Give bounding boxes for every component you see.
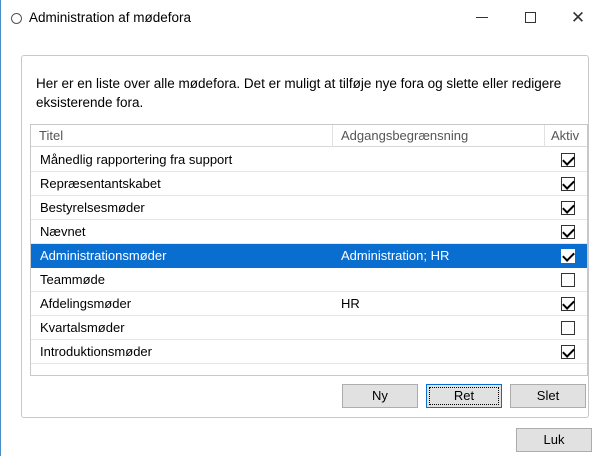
table-row[interactable]: Bestyrelsesmøder xyxy=(31,196,587,220)
cell-aktiv xyxy=(561,321,581,335)
close-button[interactable]: ✕ xyxy=(555,0,598,34)
checkbox-checked[interactable] xyxy=(561,201,575,215)
cell-adgangsbegraensning xyxy=(341,220,541,244)
intro-text: Her er en liste over alle mødefora. Det … xyxy=(36,76,562,110)
table-row[interactable]: Kvartalsmøder xyxy=(31,316,587,340)
cell-titel: Nævnet xyxy=(40,224,86,239)
cell-titel: Teammøde xyxy=(40,272,106,287)
title-bar[interactable]: Administration af mødefora ✕ xyxy=(1,0,598,40)
delete-button-label: Slet xyxy=(536,388,560,403)
focus-rectangle xyxy=(429,387,499,405)
edit-button[interactable]: Ret xyxy=(426,384,502,408)
cell-adgangsbegraensning: HR xyxy=(341,296,360,311)
checkbox-checked[interactable] xyxy=(561,177,575,191)
checkbox-checked[interactable] xyxy=(561,345,575,359)
forum-group-box: Her er en liste over alle mødefora. Det … xyxy=(21,55,589,418)
cell-aktiv xyxy=(561,273,581,287)
cell-aktiv xyxy=(561,345,581,359)
table-row[interactable]: Repræsentantskabet xyxy=(31,172,587,196)
checkbox-checked[interactable] xyxy=(561,297,575,311)
maximize-button[interactable] xyxy=(507,0,553,34)
new-button[interactable]: Ny xyxy=(342,384,418,408)
forum-table[interactable]: Titel Adgangsbegrænsning Aktiv Månedlig … xyxy=(30,124,588,376)
cell-aktiv xyxy=(561,177,581,191)
minimize-button[interactable] xyxy=(459,0,505,34)
delete-button[interactable]: Slet xyxy=(510,384,586,408)
column-header-titel[interactable]: Titel xyxy=(31,125,333,147)
cell-titel: Afdelingsmøder xyxy=(40,296,132,311)
cell-adgangsbegraensning xyxy=(341,148,541,172)
cell-aktiv xyxy=(561,201,581,215)
cell-aktiv xyxy=(561,225,581,239)
window-title: Administration af mødefora xyxy=(29,10,192,25)
table-row[interactable]: Nævnet xyxy=(31,220,587,244)
cell-titel: Kvartalsmøder xyxy=(40,320,125,335)
cell-titel: Introduktionsmøder xyxy=(40,344,152,359)
cell-titel: Repræsentantskabet xyxy=(40,176,161,191)
cell-adgangsbegraensning xyxy=(341,196,541,220)
dialog-window: Administration af mødefora ✕ Her er en l… xyxy=(0,0,598,456)
close-icon: ✕ xyxy=(570,7,586,27)
cell-titel: Bestyrelsesmøder xyxy=(40,200,145,215)
maximize-icon xyxy=(524,11,536,23)
cell-adgangsbegraensning xyxy=(341,172,541,196)
new-button-label: Ny xyxy=(372,388,388,403)
checkbox-unchecked[interactable] xyxy=(561,321,575,335)
app-icon xyxy=(11,13,22,24)
table-row[interactable]: Administrationsmøder Administration; HR xyxy=(31,244,587,268)
checkbox-checked[interactable] xyxy=(561,249,575,263)
column-header-adgangsbegraensning[interactable]: Adgangsbegrænsning xyxy=(333,125,545,147)
close-dialog-button-label: Luk xyxy=(543,432,565,447)
minimize-icon xyxy=(476,16,488,18)
table-row[interactable]: Teammøde xyxy=(31,268,587,292)
cell-adgangsbegraensning xyxy=(341,316,541,340)
cell-adgangsbegraensning: Administration; HR xyxy=(341,248,450,263)
cell-adgangsbegraensning xyxy=(341,340,541,364)
cell-aktiv xyxy=(561,297,581,311)
cell-aktiv xyxy=(561,153,581,167)
checkbox-checked[interactable] xyxy=(561,153,575,167)
cell-titel: Månedlig rapportering fra support xyxy=(40,152,233,167)
column-header-aktiv[interactable]: Aktiv xyxy=(545,125,587,147)
cell-adgangsbegraensning xyxy=(341,268,541,292)
checkbox-unchecked[interactable] xyxy=(561,273,575,287)
close-dialog-button[interactable]: Luk xyxy=(516,428,592,452)
table-header: Titel Adgangsbegrænsning Aktiv xyxy=(31,125,587,147)
checkbox-checked[interactable] xyxy=(561,225,575,239)
cell-aktiv xyxy=(561,249,581,263)
cell-titel: Administrationsmøder xyxy=(40,248,167,263)
table-row[interactable]: Introduktionsmøder xyxy=(31,340,587,364)
table-row[interactable]: Afdelingsmøder HR xyxy=(31,292,587,316)
table-row[interactable]: Månedlig rapportering fra support xyxy=(31,148,587,172)
